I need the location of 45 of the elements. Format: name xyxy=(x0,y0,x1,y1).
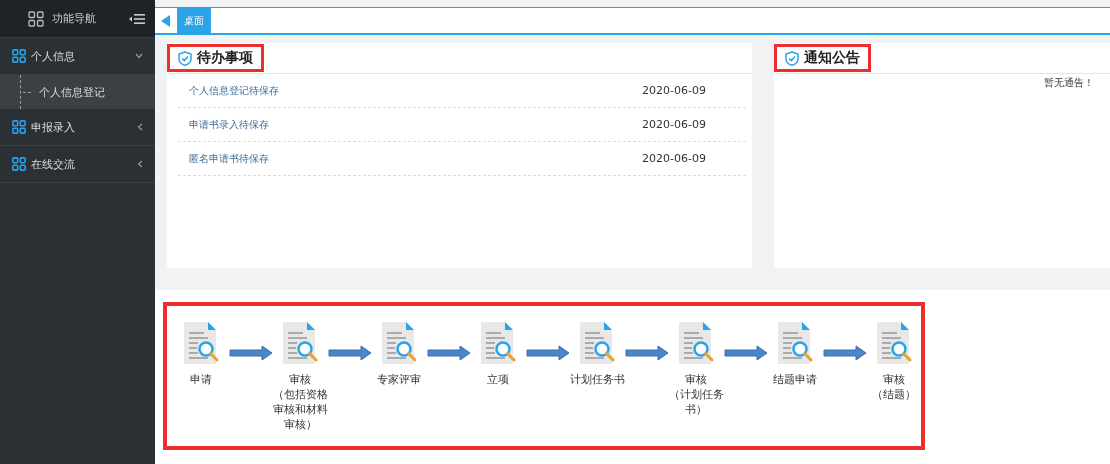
arrow-icon xyxy=(724,345,768,361)
chevron-down-icon xyxy=(135,53,143,59)
step-label: 审核 （计划任务书） xyxy=(667,372,725,417)
arrow-icon xyxy=(625,345,669,361)
step-label: 立项 xyxy=(486,372,510,387)
document-search-icon[interactable] xyxy=(380,320,418,366)
chevron-left-icon xyxy=(137,160,143,168)
step-label: 专家评审 xyxy=(376,372,422,387)
chevron-left-icon xyxy=(137,123,143,131)
todo-link[interactable]: 个人信息登记待保存 xyxy=(189,83,279,98)
arrow-icon xyxy=(328,345,372,361)
todo-link[interactable]: 匿名申请书待保存 xyxy=(189,151,269,166)
arrow-icon xyxy=(427,345,471,361)
document-search-icon[interactable] xyxy=(875,320,913,366)
arrow-icon xyxy=(823,345,867,361)
document-search-icon[interactable] xyxy=(281,320,319,366)
step-label: 审核 （结题） xyxy=(871,372,917,402)
panel-title: 待办事项 xyxy=(197,49,253,67)
document-search-icon[interactable] xyxy=(776,320,814,366)
todo-date: 2020-06-09 xyxy=(642,118,706,131)
panel-title: 通知公告 xyxy=(804,49,860,67)
document-search-icon[interactable] xyxy=(677,320,715,366)
shield-icon xyxy=(785,50,799,66)
menu-icon[interactable] xyxy=(129,12,145,25)
arrow-icon xyxy=(526,345,570,361)
step-label: 审核 （包括资格审核和材料审核） xyxy=(271,372,329,432)
grid-icon xyxy=(12,120,26,134)
step-label: 结题申请 xyxy=(772,372,818,387)
nav-subitem[interactable]: 个人信息登记 xyxy=(0,75,155,109)
empty-message: 暂无通告！ xyxy=(1044,76,1094,90)
step-label: 计划任务书 xyxy=(568,372,626,387)
todo-link[interactable]: 申请书录入待保存 xyxy=(189,117,269,132)
document-search-icon[interactable] xyxy=(182,320,220,366)
todo-date: 2020-06-09 xyxy=(642,152,706,165)
document-search-icon[interactable] xyxy=(479,320,517,366)
grid-icon xyxy=(12,157,26,171)
scroll-left-icon[interactable] xyxy=(159,13,171,28)
todo-date: 2020-06-09 xyxy=(642,84,706,97)
arrow-icon xyxy=(229,345,273,361)
grid-icon xyxy=(12,49,26,63)
sidebar-title: 功能导航 xyxy=(52,11,97,26)
document-search-icon[interactable] xyxy=(578,320,616,366)
step-label: 申请 xyxy=(189,372,213,387)
shield-icon xyxy=(178,50,192,66)
grid-icon xyxy=(28,10,44,27)
